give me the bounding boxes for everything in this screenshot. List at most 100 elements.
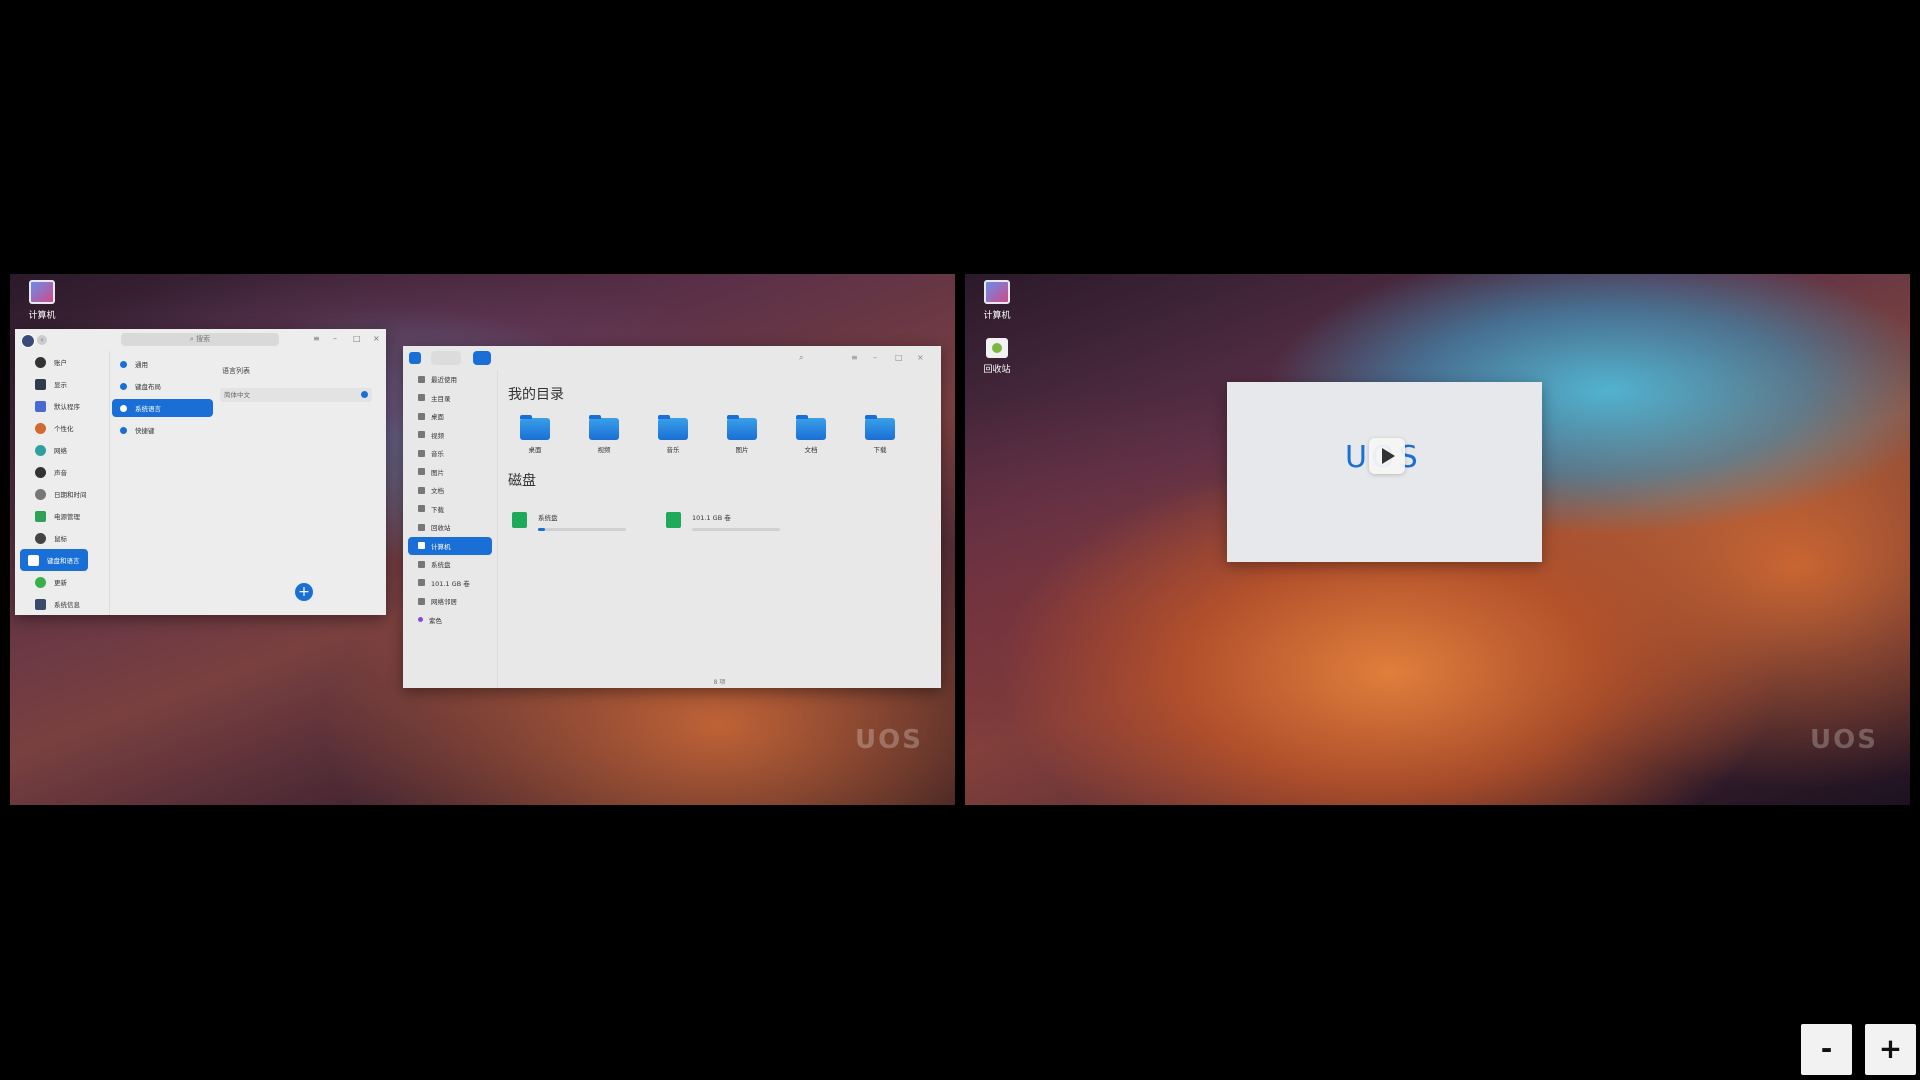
disk-usage-bar xyxy=(692,528,780,531)
sidebar-item-documents[interactable]: 文档 xyxy=(408,481,492,500)
workspace-preview-right[interactable]: 计算机 回收站 UOS UOS xyxy=(965,274,1910,805)
menu-icon[interactable]: ≡ xyxy=(313,334,320,343)
search-input[interactable]: ⌕ 搜索 xyxy=(121,333,279,346)
desktop-icon-computer[interactable]: 计算机 xyxy=(17,280,67,321)
sidebar-item-update[interactable]: 更新 xyxy=(20,571,97,593)
disk-volume[interactable]: 101.1 GB 卷 xyxy=(666,504,796,542)
maximize-icon[interactable]: □ xyxy=(895,353,903,362)
search-icon[interactable]: ⌕ xyxy=(799,353,803,363)
sidebar-item-display[interactable]: 显示 xyxy=(20,373,97,395)
default-apps-icon xyxy=(35,400,46,412)
desktop-icon-label: 计算机 xyxy=(983,311,1011,321)
uos-watermark: UOS xyxy=(855,725,923,755)
breadcrumb[interactable] xyxy=(473,351,491,365)
folder-icon xyxy=(520,415,550,440)
file-manager-logo-icon xyxy=(409,352,421,364)
minimize-icon[interactable]: – xyxy=(333,334,337,343)
close-icon[interactable]: × xyxy=(917,353,924,362)
file-manager-content: 我的目录 桌面 视频 音乐 图片 文档 下载 磁盘 系统盘 101.1 GB 卷 xyxy=(497,370,941,688)
disk-icon xyxy=(512,512,527,528)
disk-icon xyxy=(418,560,425,568)
network-icon xyxy=(418,597,425,605)
sidebar-item-network[interactable]: 网络邻居 xyxy=(408,592,492,611)
folder-videos[interactable]: 视频 xyxy=(583,415,625,454)
subnav-general[interactable]: 通用 xyxy=(112,355,213,373)
sidebar-item-personalization[interactable]: 个性化 xyxy=(20,417,97,439)
subnav-keyboard-layout[interactable]: 键盘布局 xyxy=(112,377,213,395)
sidebar-item-system-disk[interactable]: 系统盘 xyxy=(408,555,492,574)
clock-icon xyxy=(35,488,46,500)
desktop-icon-trash[interactable]: 回收站 xyxy=(972,338,1022,375)
video-splash-window[interactable]: UOS xyxy=(1227,382,1542,562)
app-logo-icon xyxy=(21,334,35,348)
sidebar-item-videos[interactable]: 视频 xyxy=(408,426,492,445)
titlebar: ‹ ⌕ 搜索 ≡ – □ × xyxy=(15,329,386,351)
sidebar-item-desktop[interactable]: 桌面 xyxy=(408,407,492,426)
desktop-icon-label: 计算机 xyxy=(28,311,56,321)
sidebar-item-tag-purple[interactable]: 紫色 xyxy=(408,611,492,630)
add-language-button[interactable]: + xyxy=(295,583,313,601)
sidebar-item-system-info[interactable]: 系统信息 xyxy=(20,593,97,615)
clock-icon xyxy=(418,375,425,383)
file-manager-window[interactable]: ⌕ ≡ – □ × 最近使用 主目录 桌面 视频 音乐 图片 文档 下载 回收站… xyxy=(403,346,941,688)
minimize-icon[interactable]: – xyxy=(873,353,877,362)
sidebar-item-recent[interactable]: 最近使用 xyxy=(408,370,492,389)
folder-downloads[interactable]: 下载 xyxy=(859,415,901,454)
status-bar: 8 项 xyxy=(713,679,726,686)
back-button[interactable]: ‹ xyxy=(37,335,47,345)
workspace-preview-left[interactable]: 计算机 UOS ‹ ⌕ 搜索 ≡ – □ × 账户 显示 默认程序 个性化 网络… xyxy=(10,274,955,805)
sidebar-item-network[interactable]: 网络 xyxy=(20,439,97,461)
desktop-icon-computer[interactable]: 计算机 xyxy=(972,280,1022,321)
general-icon xyxy=(120,360,127,368)
settings-subnav: 通用 键盘布局 系统语言 快捷键 xyxy=(109,351,215,615)
subnav-system-language[interactable]: 系统语言 xyxy=(112,399,213,417)
tag-purple-icon xyxy=(418,617,423,623)
sidebar-item-mouse[interactable]: 鼠标 xyxy=(20,527,97,549)
sidebar-item-default-apps[interactable]: 默认程序 xyxy=(20,395,97,417)
document-icon xyxy=(418,486,425,494)
folder-documents[interactable]: 文档 xyxy=(790,415,832,454)
system-info-icon xyxy=(35,598,46,610)
sidebar-item-trash[interactable]: 回收站 xyxy=(408,518,492,537)
sidebar-item-power[interactable]: 电源管理 xyxy=(20,505,97,527)
navigation-buttons[interactable] xyxy=(431,351,461,365)
menu-icon[interactable]: ≡ xyxy=(851,353,858,362)
sidebar-item-pictures[interactable]: 图片 xyxy=(408,463,492,482)
sidebar-item-sound[interactable]: 声音 xyxy=(20,461,97,483)
sidebar-item-volume[interactable]: 101.1 GB 卷 xyxy=(408,574,492,593)
disk-icon xyxy=(418,579,425,587)
folder-icon xyxy=(658,415,688,440)
computer-icon xyxy=(418,542,425,550)
titlebar: ⌕ ≡ – □ × xyxy=(403,346,941,370)
sidebar-item-downloads[interactable]: 下载 xyxy=(408,500,492,519)
folder-pictures[interactable]: 图片 xyxy=(721,415,763,454)
trash-icon xyxy=(418,523,425,531)
maximize-icon[interactable]: □ xyxy=(353,334,361,343)
network-icon xyxy=(35,444,46,456)
sidebar-item-datetime[interactable]: 日期和时间 xyxy=(20,483,97,505)
zoom-out-button[interactable]: - xyxy=(1801,1024,1852,1075)
sidebar-item-keyboard-language[interactable]: 键盘和语言 xyxy=(20,549,88,571)
settings-content: 语言列表 简体中文 xyxy=(220,351,386,615)
mouse-icon xyxy=(35,532,46,544)
video-icon xyxy=(418,431,425,439)
language-icon xyxy=(120,404,127,412)
sidebar-item-music[interactable]: 音乐 xyxy=(408,444,492,463)
disk-system[interactable]: 系统盘 xyxy=(512,504,642,542)
play-button[interactable] xyxy=(1369,438,1405,474)
folder-icon xyxy=(796,415,826,440)
account-icon xyxy=(35,356,46,368)
shortcut-icon xyxy=(120,426,127,434)
sidebar-item-accounts[interactable]: 账户 xyxy=(20,351,97,373)
folder-music[interactable]: 音乐 xyxy=(652,415,694,454)
sidebar-item-home[interactable]: 主目录 xyxy=(408,389,492,408)
folder-desktop[interactable]: 桌面 xyxy=(514,415,556,454)
close-icon[interactable]: × xyxy=(373,334,380,343)
sidebar-item-computer[interactable]: 计算机 xyxy=(408,536,492,555)
update-icon xyxy=(35,576,46,588)
control-center-window[interactable]: ‹ ⌕ 搜索 ≡ – □ × 账户 显示 默认程序 个性化 网络 声音 日期和时… xyxy=(15,329,386,615)
language-row[interactable]: 简体中文 xyxy=(220,388,372,402)
zoom-in-button[interactable]: + xyxy=(1865,1024,1916,1075)
subnav-shortcuts[interactable]: 快捷键 xyxy=(112,421,213,439)
picture-icon xyxy=(418,468,425,476)
